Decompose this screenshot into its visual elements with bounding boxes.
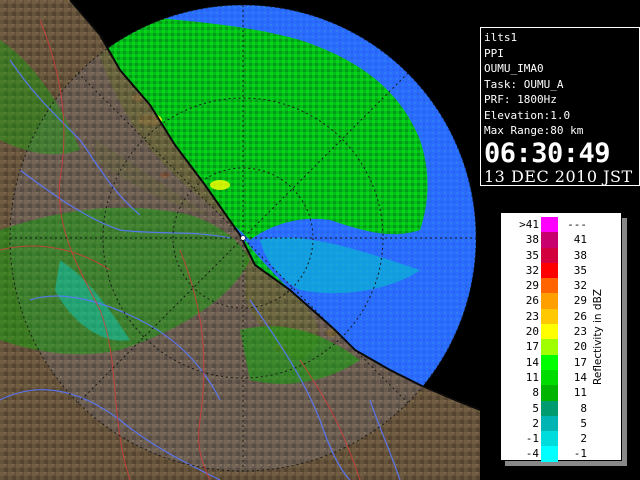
legend-color-swatch: [541, 247, 558, 263]
legend-lower-bound: 2: [532, 416, 539, 430]
legend-color-swatch: [541, 354, 558, 370]
legend-upper-bound: 17: [573, 355, 587, 369]
legend-upper-bound: -1: [573, 447, 587, 461]
legend-row: 8 11: [513, 385, 587, 401]
product-type: PPI: [484, 46, 504, 60]
legend-upper-bound: 8: [580, 401, 587, 415]
legend-lower-bound: 26: [525, 294, 539, 308]
legend-lower-bound: 32: [525, 263, 539, 277]
legend-upper-bound: 32: [573, 279, 587, 293]
legend-color-swatch: [541, 308, 558, 325]
legend-upper-bound: 5: [580, 416, 587, 430]
legend-color-swatch: [541, 293, 558, 309]
legend-lower-bound: 20: [525, 325, 539, 339]
legend-upper-bound: 35: [573, 263, 587, 277]
info-panel: ilts1 PPI OUMU_IMA0 Task: OUMU_A PRF: 18…: [480, 27, 640, 186]
legend-upper-bound: 41: [573, 233, 587, 247]
legend-lower-bound: 29: [525, 279, 539, 293]
legend-color-swatch: [541, 415, 558, 432]
legend-row: 25: [513, 415, 587, 432]
legend-row: 38 41: [513, 232, 587, 248]
legend-lower-bound: 14: [525, 355, 539, 369]
legend-title-text: Reflectivity in dBZ: [592, 289, 604, 385]
legend-color-swatch: [541, 339, 558, 355]
legend-color-swatch: [541, 278, 558, 294]
legend-row: 32 35: [513, 262, 587, 279]
legend-row: 23 26: [513, 308, 587, 325]
legend-row: 35 38: [513, 247, 587, 263]
legend-scale: >41 --- 38 41 35 38 32 35 29 32 26 29 23 26 20 23 17 20 14…: [513, 217, 587, 462]
legend-row: 58: [513, 400, 587, 416]
scan-time: 06:30:49: [484, 137, 611, 169]
legend-upper-bound: 26: [573, 309, 587, 323]
legend-color-swatch: [541, 324, 558, 340]
legend-color-swatch: [541, 262, 558, 279]
legend-row: 29 32: [513, 278, 587, 294]
reflectivity-legend: >41 --- 38 41 35 38 32 35 29 32 26 29 23 26 20 23 17 20 14…: [500, 212, 622, 462]
legend-lower-bound: 8: [532, 386, 539, 400]
legend-row: 17 20: [513, 339, 587, 355]
legend-row: 20 23: [513, 324, 587, 340]
elevation-value: Elevation:1.0: [484, 108, 571, 122]
legend-upper-bound: 2: [580, 432, 587, 446]
legend-lower-bound: 11: [525, 370, 539, 384]
legend-upper-bound: 23: [573, 325, 587, 339]
legend-lower-bound: >41: [519, 218, 539, 231]
legend-lower-bound: -1: [525, 432, 539, 446]
legend-row: 11 14: [513, 369, 587, 386]
legend-color-swatch: [541, 385, 558, 401]
legend-row: -4 -1: [513, 446, 587, 462]
legend-row: 14 17: [513, 354, 587, 370]
legend-color-swatch: [541, 446, 558, 462]
radar-id: ilts1: [484, 31, 518, 44]
legend-lower-bound: 5: [532, 401, 539, 415]
legend-upper-bound: ---: [567, 218, 587, 231]
legend-color-swatch: [541, 217, 558, 233]
legend-row: 26 29: [513, 293, 587, 309]
site-name: OUMU_IMA0: [484, 62, 544, 75]
radar-site-marker: [241, 236, 245, 240]
legend-color-swatch: [541, 232, 558, 248]
legend-lower-bound: 38: [525, 233, 539, 247]
max-range-value: Max Range:80 km: [484, 124, 584, 137]
prf-value: PRF: 1800Hz: [484, 93, 557, 106]
legend-upper-bound: 11: [573, 386, 587, 400]
legend-upper-bound: 38: [573, 248, 587, 262]
legend-color-swatch: [541, 400, 558, 416]
legend-lower-bound: -4: [525, 447, 539, 461]
legend-row: >41 ---: [513, 217, 587, 233]
legend-upper-bound: 29: [573, 294, 587, 308]
legend-row: -1 2: [513, 431, 587, 447]
legend-color-swatch: [541, 369, 558, 386]
legend-lower-bound: 35: [525, 248, 539, 262]
task-name: Task: OUMU_A: [484, 77, 564, 91]
legend-upper-bound: 14: [573, 370, 587, 384]
legend-color-swatch: [541, 431, 558, 447]
scan-date: 13 DEC 2010 JST: [484, 166, 633, 186]
legend-lower-bound: 23: [525, 309, 539, 323]
legend-upper-bound: 20: [573, 340, 587, 354]
legend-lower-bound: 17: [525, 340, 539, 354]
